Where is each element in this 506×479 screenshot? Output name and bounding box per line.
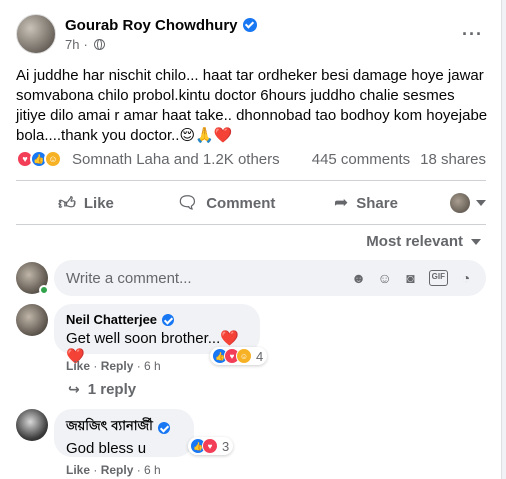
ellipsis-icon[interactable]: ··· — [462, 24, 483, 45]
comments-count[interactable]: 445 comments — [312, 151, 410, 168]
comment-bubble: জয়জিৎ ব্যানার্জী God bless u — [54, 409, 194, 457]
emoji-icon[interactable]: ☺ — [377, 270, 393, 286]
globe-icon — [93, 38, 105, 50]
verified-badge-icon — [162, 313, 175, 326]
comment-reactions[interactable]: 👍 ♥ ☺ 4 — [210, 347, 268, 365]
like-label: Like — [83, 194, 114, 212]
comment-input[interactable]: Write a comment... ☻ ☺ ◙ GIF ◔ — [54, 260, 486, 296]
comment-like-link[interactable]: Like — [66, 359, 90, 373]
camera-icon[interactable]: ◙ — [403, 270, 419, 286]
comment-time[interactable]: 6 h — [144, 359, 161, 373]
comment-meta: Like · Reply · 6 h — [66, 359, 161, 373]
reactions-summary[interactable]: Somnath Laha and 1.2K others — [72, 151, 280, 168]
comment-reaction-count: 4 — [256, 348, 264, 364]
header-text: Gourab Roy Chowdhury 7h · — [65, 17, 257, 52]
comment-author-row: Neil Chatterjee — [66, 312, 248, 327]
author-avatar[interactable] — [16, 14, 56, 54]
like-button[interactable]: 👍︎ Like — [16, 193, 156, 214]
speech-bubble-icon: 🗨︎ — [176, 193, 199, 212]
gif-icon[interactable]: GIF — [428, 270, 448, 286]
post-time[interactable]: 7h — [65, 37, 79, 52]
view-replies-link[interactable]: ↪ 1 reply — [68, 381, 136, 398]
divider — [16, 224, 486, 225]
shares-count[interactable]: 18 shares — [420, 151, 486, 168]
commenter-avatar[interactable] — [16, 409, 48, 441]
audience-selector[interactable] — [436, 193, 486, 213]
care-reaction-icon: ☺ — [44, 150, 62, 168]
reaction-icons[interactable]: ♥ 👍 ☺ — [16, 150, 62, 168]
author-row: Gourab Roy Chowdhury — [65, 17, 257, 34]
comment-meta: Like · Reply · 6 h — [66, 463, 161, 477]
comment-reactions[interactable]: 👍 ♥ 3 — [188, 437, 234, 455]
profile-avatar — [450, 193, 470, 213]
comment-author[interactable]: জয়জিৎ ব্যানার্জী — [66, 417, 153, 438]
reactions-row: ♥ 👍 ☺ Somnath Laha and 1.2K others 445 c… — [16, 150, 486, 168]
post-text: Ai juddhe har nischit chilo... haat tar … — [16, 67, 488, 144]
comment-author-row: জয়জিৎ ব্যানার্জী — [66, 417, 182, 438]
comment-text: God bless u — [66, 440, 147, 457]
verified-badge-icon — [157, 421, 170, 434]
post-meta: 7h · — [65, 37, 257, 52]
comment-composer: Write a comment... ☻ ☺ ◙ GIF ◔ — [16, 260, 486, 296]
verified-badge-icon — [242, 18, 257, 32]
author-name[interactable]: Gourab Roy Chowdhury — [65, 17, 238, 34]
comment-reply-link[interactable]: Reply — [101, 463, 134, 477]
commenter-avatar[interactable] — [16, 304, 48, 336]
sticker-icon[interactable]: ◔ — [458, 270, 474, 286]
comment-sort-dropdown[interactable]: Most relevant — [366, 233, 481, 250]
post-header: Gourab Roy Chowdhury 7h · — [16, 14, 257, 54]
comment-item: জয়জিৎ ব্যানার্জী God bless u — [16, 409, 194, 457]
avatar-sticker-icon[interactable]: ☻ — [351, 270, 367, 286]
composer-tools: ☻ ☺ ◙ GIF ◔ — [351, 270, 474, 286]
comment-reply-link[interactable]: Reply — [101, 359, 134, 373]
sort-label: Most relevant — [366, 233, 463, 250]
thumbs-up-icon: 👍︎ — [58, 193, 76, 213]
share-label: Share — [356, 194, 398, 212]
reply-arrow-icon: ↪ — [68, 381, 80, 397]
divider — [16, 180, 486, 181]
share-button[interactable]: ➦ Share — [296, 193, 436, 213]
share-arrow-icon: ➦ — [334, 193, 349, 212]
replies-label: 1 reply — [87, 381, 137, 398]
chevron-down-icon — [476, 200, 486, 206]
comment-reaction-count: 3 — [222, 438, 230, 454]
comment-author[interactable]: Neil Chatterjee — [66, 312, 157, 327]
care-reaction-icon: ☺ — [236, 348, 252, 364]
user-avatar[interactable] — [16, 262, 49, 295]
comment-time[interactable]: 6 h — [144, 463, 161, 477]
comment-button[interactable]: 🗨︎ Comment — [156, 193, 296, 213]
post-actions: 👍︎ Like 🗨︎ Comment ➦ Share — [16, 184, 486, 222]
comment-label: Comment — [206, 194, 276, 212]
post-card: Gourab Roy Chowdhury 7h · ··· Ai juddhe … — [0, 0, 502, 479]
post-stats: 445 comments 18 shares — [312, 151, 486, 168]
comment-placeholder: Write a comment... — [66, 269, 192, 287]
meta-separator: · — [83, 36, 88, 52]
online-status-icon — [39, 285, 49, 295]
heart-reaction-icon: ♥ — [202, 438, 218, 454]
comment-like-link[interactable]: Like — [66, 463, 90, 477]
chevron-down-icon — [471, 238, 481, 245]
